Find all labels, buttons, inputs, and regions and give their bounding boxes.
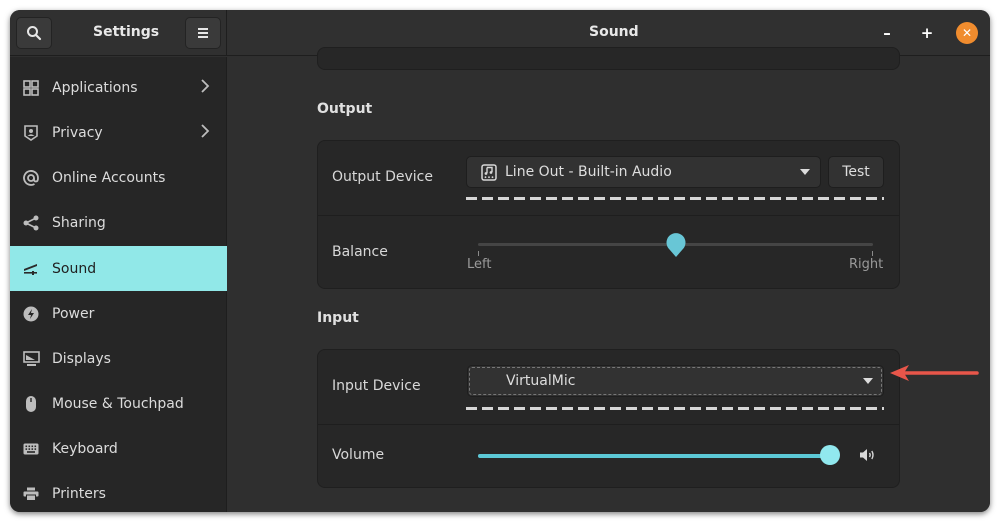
sidebar-item-label: Displays — [52, 350, 111, 367]
output-section-title: Output — [317, 101, 373, 117]
speaker-volume-icon — [859, 448, 876, 466]
volume-label: Volume — [332, 447, 385, 463]
sidebar-item-label: Printers — [52, 485, 106, 502]
sidebar-item-sound[interactable]: Sound — [10, 246, 227, 291]
display-icon — [22, 350, 40, 368]
sidebar-item-displays[interactable]: Displays — [10, 336, 227, 381]
balance-left-label: Left — [467, 257, 492, 272]
keyboard-icon — [22, 440, 40, 458]
chevron-down-icon — [800, 169, 810, 175]
balance-knob[interactable] — [666, 233, 686, 259]
row-divider — [318, 424, 899, 425]
sidebar-item-applications[interactable]: Applications — [10, 65, 227, 110]
balance-tick-left — [478, 251, 479, 256]
sidebar: Applications Privacy Online Accounts Sha… — [10, 57, 227, 512]
output-device-dropdown[interactable]: Line Out - Built-in Audio — [466, 156, 821, 188]
maximize-button[interactable]: + — [916, 22, 938, 44]
audio-device-icon — [481, 164, 497, 185]
minimize-icon: – — [883, 24, 891, 42]
sidebar-item-power[interactable]: Power — [10, 291, 227, 336]
sidebar-item-label: Sound — [52, 260, 97, 277]
volume-knob[interactable] — [820, 445, 840, 465]
settings-window: Settings Sound – + ✕ Applications Privac… — [10, 10, 990, 512]
volume-fill — [478, 454, 830, 458]
sidebar-header: Settings — [10, 10, 227, 56]
input-section-title: Input — [317, 310, 359, 326]
sound-content: Output Output Device Line Out - Built-in… — [228, 47, 990, 512]
sidebar-item-label: Applications — [52, 79, 138, 96]
sound-sliders-icon — [22, 260, 40, 278]
output-card: Output Device Line Out - Built-in Audio … — [317, 140, 900, 289]
chevron-down-icon — [863, 378, 873, 384]
sidebar-title: Settings — [93, 24, 160, 40]
row-divider — [318, 215, 899, 216]
sidebar-item-online-accounts[interactable]: Online Accounts — [10, 155, 227, 200]
input-card: Input Device VirtualMic Volume — [317, 349, 900, 488]
input-device-separator — [466, 407, 884, 410]
input-device-label: Input Device — [332, 378, 421, 394]
test-button[interactable]: Test — [828, 156, 884, 188]
maximize-icon: + — [920, 24, 934, 42]
output-device-separator — [466, 197, 884, 200]
input-device-dropdown[interactable]: VirtualMic — [467, 365, 884, 397]
apps-grid-icon — [22, 79, 40, 97]
share-icon — [22, 214, 40, 232]
search-button[interactable] — [16, 17, 52, 49]
previous-card — [317, 47, 900, 70]
sidebar-item-printers[interactable]: Printers — [10, 471, 227, 512]
chevron-right-icon — [200, 123, 210, 143]
menu-button[interactable] — [185, 17, 221, 49]
privacy-shield-icon — [22, 124, 40, 142]
sidebar-item-sharing[interactable]: Sharing — [10, 200, 227, 245]
sidebar-item-label: Online Accounts — [52, 169, 166, 186]
volume-slider[interactable] — [478, 444, 840, 468]
output-device-value: Line Out - Built-in Audio — [505, 164, 672, 180]
printer-icon — [22, 485, 40, 503]
sidebar-item-keyboard[interactable]: Keyboard — [10, 426, 227, 471]
sidebar-item-label: Power — [52, 305, 95, 322]
mouse-icon — [22, 395, 40, 413]
minimize-button[interactable]: – — [876, 22, 898, 44]
sidebar-item-mouse-touchpad[interactable]: Mouse & Touchpad — [10, 381, 227, 426]
sidebar-item-privacy[interactable]: Privacy — [10, 110, 227, 155]
at-sign-icon — [22, 169, 40, 187]
power-bolt-icon — [22, 305, 40, 323]
input-device-value: VirtualMic — [506, 373, 576, 389]
close-button[interactable]: ✕ — [956, 22, 978, 44]
annotation-arrow-icon — [890, 365, 979, 381]
sidebar-item-label: Mouse & Touchpad — [52, 395, 184, 412]
close-icon: ✕ — [961, 26, 973, 40]
search-icon — [27, 26, 42, 41]
balance-tick-right — [872, 251, 873, 256]
balance-label: Balance — [332, 244, 388, 260]
sidebar-item-label: Privacy — [52, 124, 103, 141]
sidebar-item-label: Keyboard — [52, 440, 118, 457]
sidebar-item-label: Sharing — [52, 214, 106, 231]
chevron-right-icon — [200, 78, 210, 98]
balance-slider[interactable]: Left Right — [467, 233, 883, 275]
balance-right-label: Right — [849, 257, 884, 272]
output-device-label: Output Device — [332, 169, 433, 185]
hamburger-menu-icon — [198, 28, 208, 38]
